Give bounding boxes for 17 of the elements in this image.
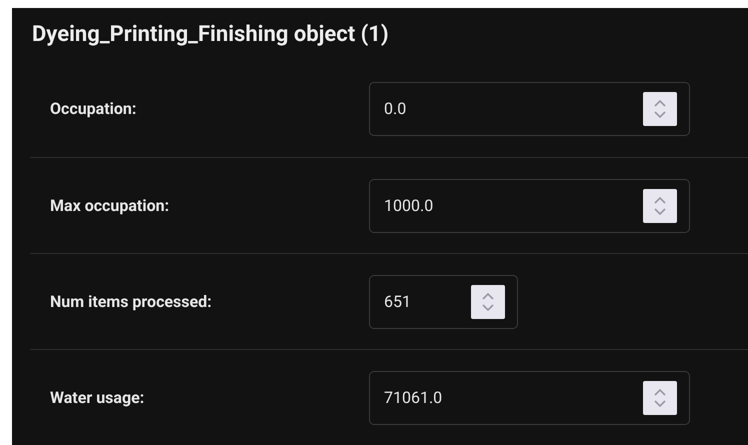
spinner-button[interactable] bbox=[643, 380, 677, 414]
up-down-arrows-icon bbox=[654, 98, 666, 120]
number-field[interactable]: 0.0 bbox=[369, 82, 690, 136]
number-field[interactable]: 71061.0 bbox=[369, 370, 690, 424]
spinner-button[interactable] bbox=[643, 188, 677, 222]
up-down-arrows-icon bbox=[482, 290, 494, 312]
number-field[interactable]: 1000.0 bbox=[369, 178, 690, 232]
spinner-button[interactable] bbox=[643, 92, 677, 126]
number-field[interactable]: 651 bbox=[369, 274, 518, 328]
panel-title: Dyeing_Printing_Finishing object (1) bbox=[31, 21, 389, 49]
up-down-arrows-icon bbox=[654, 386, 666, 408]
field-label: Num items processed: bbox=[49, 290, 213, 312]
spinner-button[interactable] bbox=[471, 284, 505, 318]
up-down-arrows-icon bbox=[654, 194, 666, 216]
field-label: Water usage: bbox=[49, 386, 146, 408]
field-label: Max occupation: bbox=[49, 194, 170, 216]
field-label: Occupation: bbox=[49, 98, 138, 120]
